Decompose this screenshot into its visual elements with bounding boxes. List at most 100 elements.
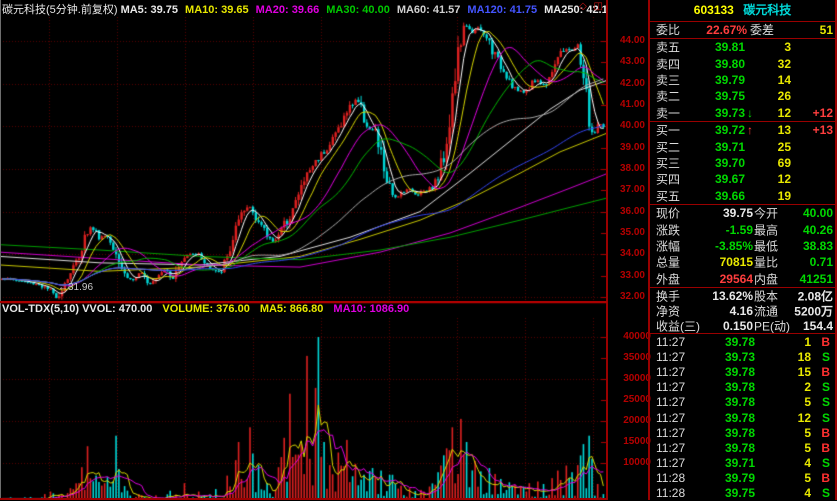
stat-value-2: 40.26 [803, 223, 833, 237]
vol-legend-2: MA5: 866.80 [260, 303, 324, 315]
tick-side: S [822, 350, 830, 364]
tick-row-9[interactable]: 11:2739.714S [650, 456, 835, 471]
bid-label: 买三 [656, 155, 680, 172]
tick-row-10[interactable]: 11:2839.795B [650, 471, 835, 486]
bid-delta: +13 [813, 123, 833, 137]
chart-right-border [606, 0, 608, 500]
tick-row-7[interactable]: 11:2739.785B [650, 425, 835, 440]
tick-list: 11:2739.781B11:2739.7318S11:2739.7815B11… [650, 334, 835, 501]
bid-row-3[interactable]: 买三39.7069 [650, 155, 835, 171]
bid-row-4[interactable]: 买四39.6712 [650, 171, 835, 187]
tick-price: 39.73 [725, 350, 755, 364]
ma-legend-2: MA20: 39.66 [256, 4, 320, 16]
info-label-1: 收益(三) [656, 317, 700, 334]
ask-label: 卖三 [656, 72, 680, 89]
ask-row-2[interactable]: 卖四39.8032 [650, 55, 835, 71]
stat-label-1: 总量 [656, 254, 680, 271]
fundamentals-block: 换手13.62%股本2.08亿净资4.16流通5200万收益(三)0.150PE… [650, 288, 835, 334]
volume-axis: 40000350003000025000200001500010000 [608, 0, 651, 500]
info-label-2: PE(动) [754, 317, 790, 334]
stat-value-1: -1.59 [726, 223, 753, 237]
stat-value-1: 70815 [720, 255, 753, 269]
tick-volume: 18 [798, 350, 811, 364]
tick-row-6[interactable]: 11:2739.7812S [650, 410, 835, 425]
info-row-1: 换手13.62%股本2.08亿 [650, 288, 835, 303]
ask-delta: +12 [813, 106, 833, 120]
tick-row-4[interactable]: 11:2739.782S [650, 380, 835, 395]
stat-row-4: 总量70815量比0.71 [650, 254, 835, 270]
tick-row-3[interactable]: 11:2739.7815B [650, 364, 835, 379]
ask-price: 39.79 [715, 73, 745, 87]
candlestick-volume-chart[interactable] [0, 17, 608, 500]
tick-volume: 4 [804, 486, 811, 500]
diamond-icon[interactable]: ◇ [579, 1, 589, 12]
info-value-1: 4.16 [730, 304, 753, 318]
tick-volume: 4 [804, 456, 811, 470]
tick-volume: 5 [804, 395, 811, 409]
tick-price: 39.78 [725, 395, 755, 409]
ask-row-1[interactable]: 卖五39.813 [650, 39, 835, 55]
bid-row-5[interactable]: 买五39.6619 [650, 188, 835, 204]
stat-row-3: 涨幅-3.85%最低38.83 [650, 238, 835, 254]
stat-label-1: 外盘 [656, 270, 680, 287]
stock-code: 603133 [694, 3, 734, 17]
vol-legend-1: VOLUME: 376.00 [162, 303, 249, 315]
tick-volume: 2 [804, 380, 811, 394]
stock-title[interactable]: 603133 碳元科技 [650, 0, 835, 22]
tick-row-1[interactable]: 11:2739.781B [650, 334, 835, 349]
volume-axis-label: 15000 [608, 436, 651, 447]
info-row-2: 净资4.16流通5200万 [650, 303, 835, 318]
volume-axis-label: 10000 [608, 457, 651, 468]
weibi-row: 委比 22.67% 委差 51 [650, 22, 835, 39]
tick-price: 39.78 [725, 365, 755, 379]
stat-value-2: 41251 [800, 272, 833, 286]
tick-price: 39.75 [725, 486, 755, 500]
ask-row-5[interactable]: 卖一39.73↓12+12 [650, 105, 835, 121]
bid-label: 买五 [656, 187, 680, 204]
tick-side: B [821, 365, 830, 379]
stat-label-2: 内盘 [754, 270, 778, 287]
tick-side: S [822, 456, 830, 470]
ask-price: 39.73 [715, 106, 745, 120]
weibi-value: 22.67% [706, 22, 747, 38]
bid-book: 买一39.72↑13+13买二39.7125买三39.7069买四39.6712… [650, 122, 835, 205]
tick-side: B [821, 441, 830, 455]
bid-price: 39.70 [715, 156, 745, 170]
tick-volume: 5 [804, 426, 811, 440]
ask-row-4[interactable]: 卖二39.7526 [650, 88, 835, 104]
tick-side: B [821, 471, 830, 485]
tick-row-2[interactable]: 11:2739.7318S [650, 349, 835, 364]
bid-volume: 25 [778, 140, 791, 154]
tick-time: 11:27 [656, 441, 685, 455]
tick-row-8[interactable]: 11:2739.785B [650, 440, 835, 455]
tick-row-5[interactable]: 11:2739.785S [650, 395, 835, 410]
stat-row-2: 涨跌-1.59最高40.26 [650, 221, 835, 237]
stat-label-1: 现价 [656, 205, 680, 222]
ask-row-3[interactable]: 卖三39.7914 [650, 72, 835, 88]
tick-time: 11:27 [656, 426, 685, 440]
ask-price: 39.80 [715, 57, 745, 71]
weibi-label: 委比 [656, 22, 680, 38]
bid-price: 39.67 [715, 172, 745, 186]
bid-volume: 19 [778, 189, 791, 203]
info-value-2: 154.4 [803, 319, 833, 333]
stat-value-2: 0.71 [810, 255, 833, 269]
stat-value-2: 38.83 [803, 239, 833, 253]
ask-volume: 26 [778, 89, 791, 103]
stat-label-1: 涨幅 [656, 238, 680, 255]
quote-panel: 603133 碳元科技 委比 22.67% 委差 51 卖五39.813卖四39… [650, 0, 837, 500]
stat-row-1: 现价39.75今开40.00 [650, 205, 835, 221]
bid-row-1[interactable]: 买一39.72↑13+13 [650, 122, 835, 138]
bid-volume: 12 [778, 172, 791, 186]
stat-value-1: 29564 [720, 272, 753, 286]
header-icons: ◇ ◫ [579, 1, 605, 12]
tick-row-11[interactable]: 11:2839.754S [650, 486, 835, 501]
bid-label: 买一 [656, 122, 680, 139]
bid-price: 39.72 [715, 123, 745, 137]
tick-price: 39.78 [725, 441, 755, 455]
volume-indicator-bar: VOL-TDX(5,10) VVOL: 470.00VOLUME: 376.00… [2, 303, 602, 317]
tick-side: S [822, 380, 830, 394]
split-window-icon[interactable]: ◫ [594, 1, 605, 12]
bid-row-2[interactable]: 买二39.7125 [650, 138, 835, 154]
tick-time: 11:28 [656, 486, 685, 500]
